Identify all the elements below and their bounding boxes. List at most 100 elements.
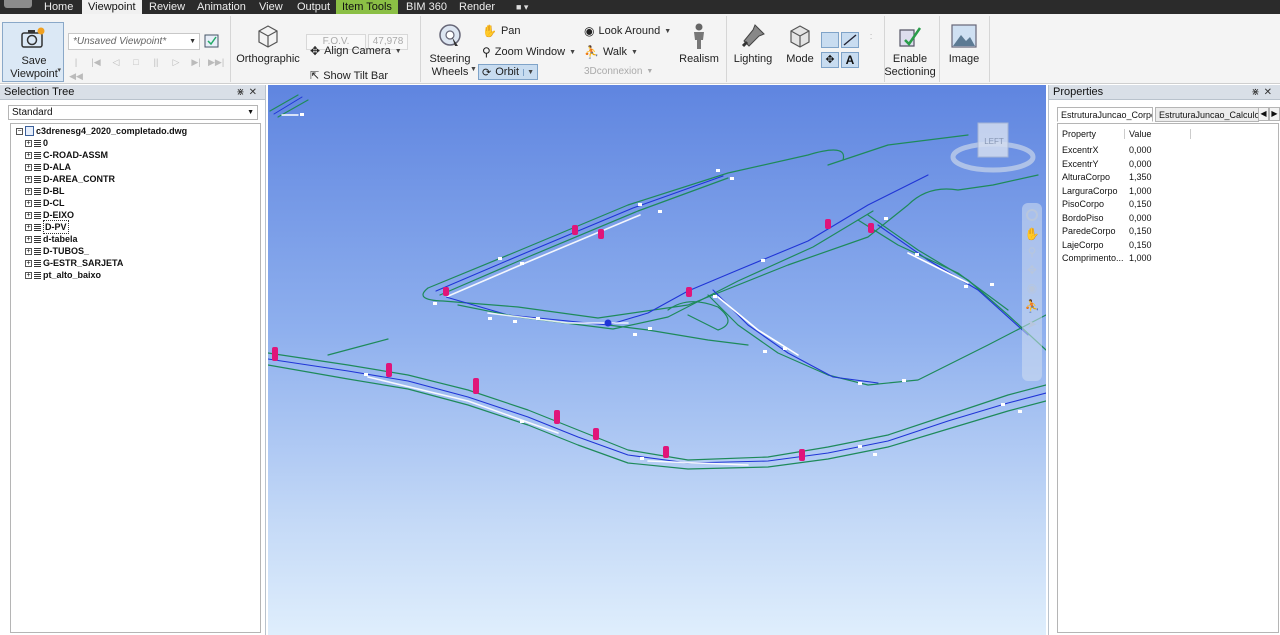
expand-icon[interactable]: + — [25, 259, 32, 267]
walk-button[interactable]: ⛹ Walk ▼ — [584, 45, 638, 59]
collapse-icon[interactable]: − — [16, 127, 23, 135]
property-value: 0,000 — [1129, 145, 1152, 155]
tab-render[interactable]: Render — [453, 0, 501, 14]
lighting-button[interactable]: Lighting — [730, 22, 776, 66]
expand-icon[interactable]: + — [25, 199, 32, 207]
text-toggle-icon[interactable]: A — [841, 52, 859, 68]
tab-viewpoint[interactable]: Viewpoint — [82, 0, 142, 14]
manage-viewpoints-icon[interactable] — [203, 32, 221, 50]
realism-button[interactable]: Realism — [676, 22, 722, 66]
tab-bim-360[interactable]: BIM 360 — [400, 0, 453, 14]
viewcube-icon — [950, 122, 1036, 173]
tree-layer-node[interactable]: +0 — [25, 137, 48, 149]
steering-wheels-button[interactable]: Steering Wheels — [426, 22, 474, 79]
property-value: 1,350 — [1129, 172, 1152, 182]
expand-icon[interactable]: + — [25, 175, 32, 183]
tab-estruturajuncao-calculos[interactable]: EstruturaJuncao_Calculos — [1155, 107, 1259, 122]
tree-layer-node[interactable]: + pt_alto_baixo — [25, 269, 101, 281]
property-value: 0,150 — [1129, 226, 1152, 236]
tab-item-tools[interactable]: Item Tools — [336, 0, 398, 14]
drainage-network-model[interactable] — [268, 85, 1046, 635]
show-tilt-bar-button[interactable]: ⇱ Show Tilt Bar — [310, 69, 388, 83]
tree-layer-node[interactable]: + D-BL — [25, 185, 65, 197]
tree-layer-node[interactable]: + D-PV — [25, 220, 69, 234]
close-icon[interactable]: ✕ — [1264, 87, 1276, 98]
close-icon[interactable]: ✕ — [249, 87, 261, 98]
snap-points-toggle-icon[interactable]: ✥ — [821, 52, 839, 68]
last-frame-icon[interactable]: ▶▶| — [208, 55, 224, 69]
expand-icon[interactable]: + — [25, 235, 32, 243]
look-around-button[interactable]: ◉ Look Around ▼ — [584, 24, 671, 38]
surfaces-toggle-icon[interactable] — [821, 32, 839, 48]
chevron-right-icon[interactable]: ▶ — [1269, 107, 1280, 121]
expand-icon[interactable]: + — [25, 211, 32, 219]
layer-icon — [34, 271, 41, 279]
expand-icon[interactable]: + — [25, 139, 32, 147]
zoom-icon[interactable]: ⚲ — [1022, 245, 1042, 259]
play-icon[interactable]: ▷ — [168, 55, 184, 69]
tab-animation[interactable]: Animation — [191, 0, 252, 14]
pin-icon[interactable]: ⋇ — [236, 87, 248, 98]
pan-button[interactable]: ✋ Pan — [482, 24, 521, 38]
tab-review[interactable]: Review — [143, 0, 191, 14]
camera-dropdown-icon[interactable]: ■ ▾ — [510, 0, 534, 14]
3dconnexion-button[interactable]: 3Dconnexion ▼ — [584, 66, 653, 77]
align-camera-button[interactable]: ✥ Align Camera ▼ — [310, 44, 402, 58]
expand-icon[interactable]: + — [25, 163, 32, 171]
pin-icon[interactable]: ⋇ — [1251, 87, 1263, 98]
orbit-button[interactable]: ⟳ Orbit ▼ — [478, 64, 538, 80]
save-viewpoint-button[interactable]: Save Viewpoint ▾ — [2, 22, 64, 82]
pause-icon[interactable]: || — [148, 55, 164, 69]
cube-icon — [258, 25, 278, 48]
tree-layer-node[interactable]: + D-TUBOS_ — [25, 245, 89, 257]
tree-layer-node[interactable]: + C-ROAD-ASSM — [25, 149, 108, 161]
hand-icon[interactable]: ✋ — [1022, 227, 1042, 241]
save-dropdown-icon[interactable]: ▾ — [57, 64, 61, 77]
properties-grid-header: Property Value — [1058, 127, 1280, 141]
tab-home[interactable]: Home — [38, 0, 79, 14]
orbit-label: Orbit — [495, 66, 520, 78]
select-cursor-icon[interactable]: ➤ — [1022, 317, 1042, 331]
application-button[interactable] — [4, 0, 32, 8]
expand-icon[interactable]: + — [25, 247, 32, 255]
tab-output[interactable]: Output — [291, 0, 336, 14]
steering-label-line1: Steering — [429, 53, 471, 65]
image-button[interactable]: Image — [942, 22, 986, 66]
3d-viewport[interactable]: LEFT ✋ ⚲ ✥ ◉ ⛹ ➤ — [268, 85, 1046, 635]
stop-icon[interactable]: □ — [128, 55, 144, 69]
mode-button[interactable]: Mode — [780, 22, 820, 66]
chevron-left-icon[interactable]: ◀ — [1258, 107, 1269, 121]
step-forward-icon[interactable]: ▶| — [188, 55, 204, 69]
tab-view[interactable]: View — [253, 0, 289, 14]
look-icon[interactable]: ◉ — [1022, 281, 1042, 295]
properties-title: Properties — [1053, 86, 1104, 98]
steering-dropdown-icon[interactable]: ▼ — [470, 66, 477, 73]
play-reverse-icon[interactable]: ◁ — [108, 55, 124, 69]
tree-layer-node[interactable]: + D-CL — [25, 197, 65, 209]
tree-layer-node[interactable]: + d-tabela — [25, 233, 78, 245]
viewpoint-select[interactable]: *Unsaved Viewpoint* ▼ — [68, 33, 200, 50]
enable-sectioning-button[interactable]: Enable Sectioning — [884, 22, 936, 79]
expand-icon[interactable]: + — [25, 223, 32, 231]
tree-layer-node[interactable]: + G-ESTR_SARJETA — [25, 257, 123, 269]
orthographic-button[interactable]: Orthographic — [236, 22, 300, 66]
zoom-window-button[interactable]: ⚲ Zoom Window ▼ — [482, 45, 576, 59]
first-frame-icon[interactable]: |◀◀ — [68, 55, 84, 81]
orbit-icon[interactable]: ✥ — [1022, 263, 1042, 277]
expand-icon[interactable]: + — [25, 271, 32, 279]
tree-layer-node[interactable]: + D-ALA — [25, 161, 71, 173]
tree-root-node[interactable]: − c3drenesg4_2020_completado.dwg — [16, 125, 187, 137]
expand-icon[interactable]: + — [25, 151, 32, 159]
step-back-icon[interactable]: |◀ — [88, 55, 104, 69]
steering-wheel-icon[interactable] — [1026, 209, 1038, 221]
tab-estruturajuncao-corpo[interactable]: EstruturaJuncao_Corpo — [1057, 107, 1153, 122]
expand-icon[interactable]: + — [25, 187, 32, 195]
tree-layer-node[interactable]: + D-AREA_CONTR — [25, 173, 115, 185]
viewcube[interactable]: LEFT — [948, 120, 1038, 175]
points-toggle-icon[interactable]: ∶ — [862, 32, 880, 48]
chevron-down-icon[interactable]: ▼ — [523, 68, 534, 76]
tree-filter-select[interactable]: Standard ▼ — [8, 105, 258, 120]
walk-icon[interactable]: ⛹ — [1022, 299, 1042, 313]
layer-icon — [34, 247, 41, 255]
lines-toggle-icon[interactable] — [841, 32, 859, 48]
